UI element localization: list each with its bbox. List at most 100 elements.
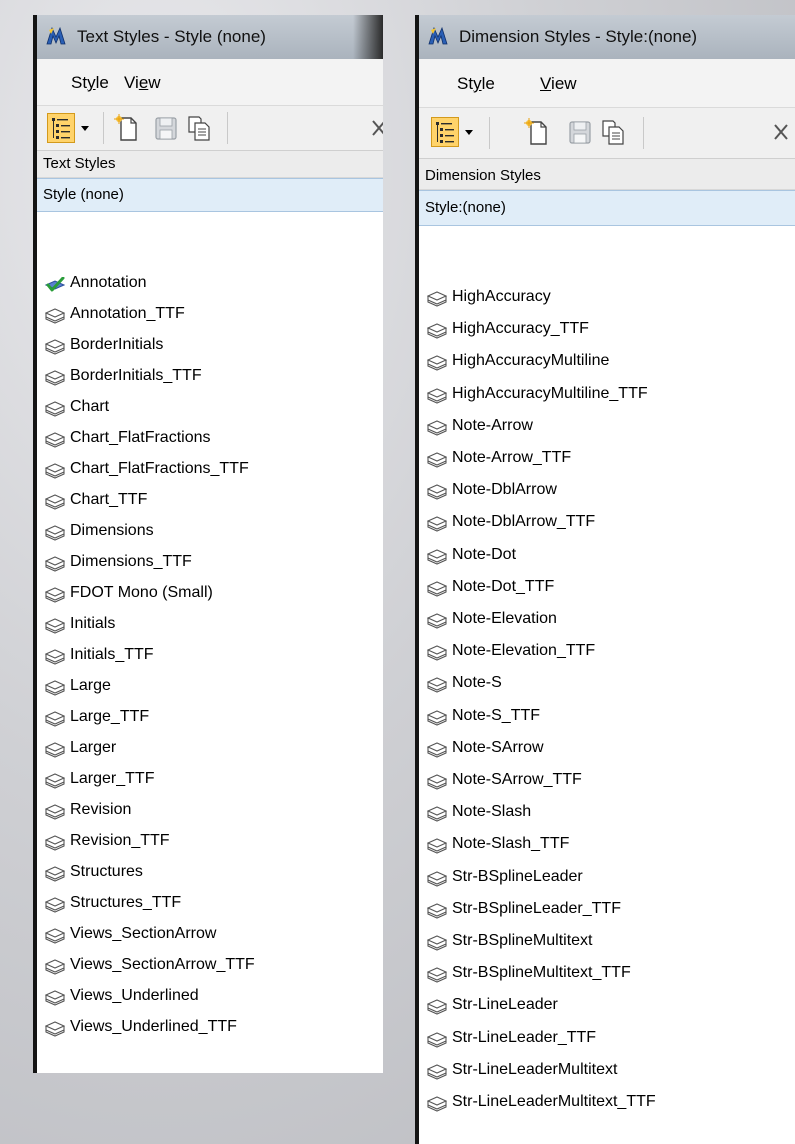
list-item[interactable]: Str-LineLeader_TTF (419, 1024, 795, 1052)
tree-view-button[interactable] (47, 113, 75, 143)
list-item[interactable]: Views_SectionArrow (37, 920, 383, 948)
list-item[interactable]: HighAccuracy_TTF (419, 315, 795, 343)
style-icon (426, 901, 448, 919)
title-bar[interactable]: Text Styles - Style (none) (37, 15, 383, 59)
menu-view[interactable]: View (124, 73, 161, 93)
list-item[interactable]: Chart_TTF (37, 486, 383, 514)
style-icon (44, 988, 66, 1006)
list-item[interactable]: Str-BSplineLeader (419, 863, 795, 891)
list-item-label: Structures_TTF (70, 894, 182, 911)
list-item[interactable]: Structures (37, 858, 383, 886)
style-icon (44, 399, 66, 417)
list-item[interactable]: Chart_FlatFractions (37, 424, 383, 452)
style-icon (44, 771, 66, 789)
list-item[interactable]: Note-Dot (419, 541, 795, 569)
save-icon[interactable] (567, 117, 593, 147)
list-item[interactable]: Note-SArrow (419, 734, 795, 762)
style-icon (426, 547, 448, 565)
tree-view-button[interactable] (431, 117, 459, 147)
copy-icon[interactable] (185, 113, 213, 143)
style-icon (426, 450, 448, 468)
list-item[interactable]: Structures_TTF (37, 889, 383, 917)
list-item[interactable]: Larger_TTF (37, 765, 383, 793)
list-item[interactable]: Note-DblArrow_TTF (419, 508, 795, 536)
list-item[interactable]: Initials (37, 610, 383, 638)
title-bar[interactable]: Dimension Styles - Style:(none) (419, 15, 795, 59)
list-item-label: Annotation (70, 274, 147, 291)
new-style-icon[interactable] (523, 117, 551, 147)
list-item[interactable]: Dimensions (37, 517, 383, 545)
style-icon (426, 772, 448, 790)
list-item[interactable]: Large (37, 672, 383, 700)
list-item[interactable]: Chart_FlatFractions_TTF (37, 455, 383, 483)
list-item-label: Note-S_TTF (452, 706, 541, 724)
list-item-label: HighAccuracyMultiline_TTF (452, 384, 648, 402)
list-item[interactable]: Str-BSplineLeader_TTF (419, 895, 795, 923)
list-item[interactable]: Views_Underlined_TTF (37, 1013, 383, 1041)
list-item[interactable]: HighAccuracyMultiline_TTF (419, 380, 795, 408)
list-item[interactable]: Str-LineLeader (419, 991, 795, 1019)
list-item[interactable]: HighAccuracyMultiline (419, 347, 795, 375)
list-item-label: Views_Underlined_TTF (70, 1018, 237, 1035)
list-item[interactable]: Note-Dot_TTF (419, 573, 795, 601)
new-style-icon[interactable] (113, 113, 141, 143)
list-item-label: FDOT Mono (Small) (70, 584, 213, 601)
list-item-label: Note-Dot (452, 545, 517, 563)
list-item[interactable]: HighAccuracy (419, 283, 795, 311)
microstation-logo-icon (46, 26, 66, 45)
list-item-label: Note-Dot_TTF (452, 577, 555, 595)
list-item[interactable]: Initials_TTF (37, 641, 383, 669)
list-item[interactable]: Note-DblArrow (419, 476, 795, 504)
list-item-label: HighAccuracy_TTF (452, 320, 589, 338)
list-item[interactable]: Note-Slash_TTF (419, 830, 795, 858)
list-item[interactable]: Views_Underlined (37, 982, 383, 1010)
toolbar (419, 108, 795, 159)
chevron-down-icon[interactable] (463, 117, 475, 147)
list-item[interactable]: Note-Arrow_TTF (419, 444, 795, 472)
style-icon (44, 802, 66, 820)
list-item[interactable]: Revision_TTF (37, 827, 383, 855)
list-item[interactable]: Str-LineLeaderMultitext (419, 1056, 795, 1084)
style-icon (426, 321, 448, 339)
style-icon (426, 869, 448, 887)
chevron-down-icon[interactable] (79, 113, 91, 143)
style-icon (44, 895, 66, 913)
current-style-field[interactable]: Style (none) (37, 178, 383, 212)
menu-bar: Style View (419, 59, 795, 108)
list-item[interactable]: Str-BSplineMultitext (419, 927, 795, 955)
list-item[interactable]: Note-S (419, 669, 795, 697)
list-item[interactable]: Note-SArrow_TTF (419, 766, 795, 794)
list-item[interactable]: BorderInitials (37, 331, 383, 359)
current-style-field[interactable]: Style:(none) (419, 190, 795, 226)
list-item[interactable]: Annotation (37, 269, 383, 297)
list-item[interactable]: Note-Elevation_TTF (419, 637, 795, 665)
list-item-label: Chart_FlatFractions (70, 429, 211, 446)
section-label: Text Styles (37, 151, 383, 178)
list-item[interactable]: BorderInitials_TTF (37, 362, 383, 390)
list-item[interactable]: Str-BSplineMultitext_TTF (419, 959, 795, 987)
list-item[interactable]: Note-S_TTF (419, 702, 795, 730)
delete-icon[interactable] (773, 117, 789, 147)
list-item[interactable]: Str-LineLeaderMultitext_TTF (419, 1088, 795, 1116)
menu-style[interactable]: Style (71, 73, 109, 93)
copy-icon[interactable] (599, 117, 627, 147)
style-icon (44, 430, 66, 448)
list-item[interactable]: Note-Arrow (419, 412, 795, 440)
list-item[interactable]: Annotation_TTF (37, 300, 383, 328)
list-item[interactable]: Dimensions_TTF (37, 548, 383, 576)
delete-icon[interactable] (371, 113, 383, 143)
list-item[interactable]: Note-Elevation (419, 605, 795, 633)
menu-view[interactable]: View (540, 74, 577, 94)
list-item[interactable]: Larger (37, 734, 383, 762)
list-item[interactable]: Views_SectionArrow_TTF (37, 951, 383, 979)
window-title: Text Styles - Style (none) (77, 27, 266, 46)
save-icon[interactable] (153, 113, 179, 143)
list-item[interactable]: FDOT Mono (Small) (37, 579, 383, 607)
list-item-label: Note-Elevation (452, 610, 557, 627)
list-item[interactable]: Chart (37, 393, 383, 421)
dimension-styles-window: Dimension Styles - Style:(none) Style Vi… (415, 15, 795, 1144)
list-item[interactable]: Large_TTF (37, 703, 383, 731)
menu-style[interactable]: Style (457, 74, 495, 94)
list-item[interactable]: Note-Slash (419, 798, 795, 826)
list-item[interactable]: Revision (37, 796, 383, 824)
